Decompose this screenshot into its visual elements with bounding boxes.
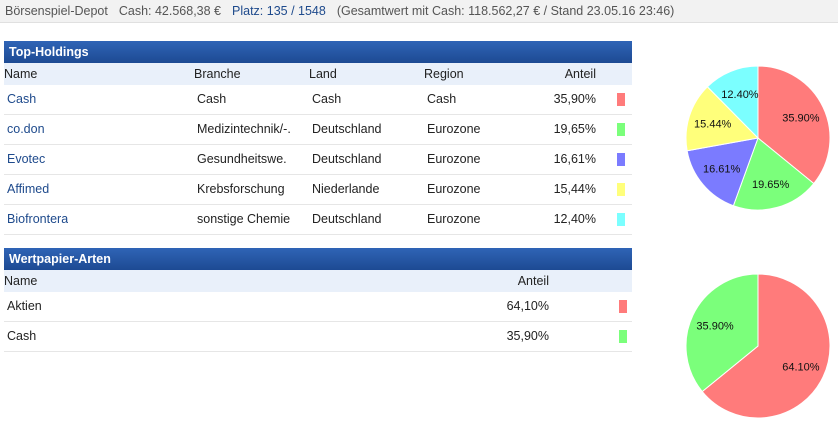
wertpapier-arten-title: Wertpapier-Arten	[4, 248, 632, 270]
color-swatch	[617, 213, 625, 226]
holding-name-link[interactable]: co.don	[7, 115, 45, 143]
type-name: Cash	[7, 329, 37, 343]
type-anteil: 64,10%	[506, 299, 549, 313]
holding-branche: Krebsforschung	[197, 182, 285, 196]
holding-name-link[interactable]: Evotec	[7, 145, 45, 173]
wertpapier-arten-panel: Wertpapier-Arten Name Anteil Aktien 64,10…	[4, 248, 632, 352]
table-row: Cash Cash Cash Cash 35,90%	[4, 85, 632, 115]
pie-slice-label: 15.44%	[694, 119, 732, 131]
header-name: Name	[4, 67, 38, 81]
holding-region: Eurozone	[427, 182, 481, 196]
wertpapier-arten-header: Name Anteil	[4, 270, 632, 292]
holding-land: Deutschland	[312, 152, 382, 166]
type-anteil: 35,90%	[506, 329, 549, 343]
holding-anteil: 15,44%	[553, 182, 596, 196]
pie-slice-label: 64.10%	[782, 361, 820, 373]
holding-name-link[interactable]: Biofrontera	[7, 205, 68, 233]
holding-land: Deutschland	[312, 212, 382, 226]
color-swatch	[617, 123, 625, 136]
holding-name-link[interactable]: Cash	[7, 85, 36, 113]
color-swatch	[617, 93, 625, 106]
color-swatch	[617, 153, 625, 166]
table-row: Evotec Gesundheitswe. Deutschland Eurozone 1…	[4, 145, 632, 175]
type-name: Aktien	[7, 299, 42, 313]
holding-region: Cash	[427, 92, 457, 106]
header-anteil: Anteil	[517, 274, 549, 288]
pie-slice-label: 35.90%	[782, 113, 820, 125]
header-name: Name	[4, 274, 38, 288]
top-holdings-panel: Top-Holdings Name Branche Land Region An…	[4, 41, 632, 235]
header-land: Land	[309, 67, 337, 81]
holding-anteil: 12,40%	[553, 212, 596, 226]
table-row: Aktien 64,10%	[4, 292, 632, 322]
types-pie-chart: 64.10% 35.90%	[685, 273, 831, 419]
holding-branche: Gesundheitswe.	[197, 152, 287, 166]
holding-branche: Medizintechnik/-.	[197, 122, 291, 136]
holdings-pie-chart: 35.90% 19.65% 16.61% 15.44% 12.40%	[685, 65, 831, 211]
pie-slice-label: 35.90%	[696, 321, 734, 333]
table-row: Biofrontera sonstige Chemie Deutschland Eur…	[4, 205, 632, 235]
holding-region: Eurozone	[427, 122, 481, 136]
holding-region: Eurozone	[427, 212, 481, 226]
pie-slice-label: 12.40%	[721, 89, 759, 101]
cash-value: Cash: 42.568,38 €	[118, 4, 222, 18]
pie-slice-label: 16.61%	[703, 164, 741, 176]
top-holdings-title: Top-Holdings	[4, 41, 632, 63]
holding-branche: Cash	[197, 92, 227, 106]
table-row: Cash 35,90%	[4, 322, 632, 352]
holding-name-link[interactable]: Affimed	[7, 175, 49, 203]
rank-link[interactable]: Platz: 135 / 1548	[232, 4, 326, 18]
table-row: Affimed Krebsforschung Niederlande Eurozone…	[4, 175, 632, 205]
holding-anteil: 35,90%	[553, 92, 596, 106]
header-anteil: Anteil	[564, 67, 596, 81]
holding-region: Eurozone	[427, 152, 481, 166]
pie-slice-label: 19.65%	[752, 179, 790, 191]
header-branche: Branche	[194, 67, 241, 81]
top-holdings-header: Name Branche Land Region Anteil	[4, 63, 632, 85]
total-value: (Gesamtwert mit Cash: 118.562,27 € / Sta…	[336, 4, 675, 18]
table-row: co.don Medizintechnik/-. Deutschland Eurozo…	[4, 115, 632, 145]
holding-anteil: 16,61%	[553, 152, 596, 166]
color-swatch	[619, 300, 627, 313]
holding-anteil: 19,65%	[553, 122, 596, 136]
holding-branche: sonstige Chemie	[197, 212, 291, 226]
holding-land: Cash	[312, 92, 342, 106]
depot-title: Börsenspiel-Depot	[5, 4, 108, 18]
holding-land: Niederlande	[312, 182, 380, 196]
color-swatch	[617, 183, 625, 196]
header-region: Region	[424, 67, 464, 81]
depot-status-bar: Börsenspiel-Depot Cash: 42.568,38 € Plat…	[0, 0, 838, 23]
holding-land: Deutschland	[312, 122, 382, 136]
color-swatch	[619, 330, 627, 343]
